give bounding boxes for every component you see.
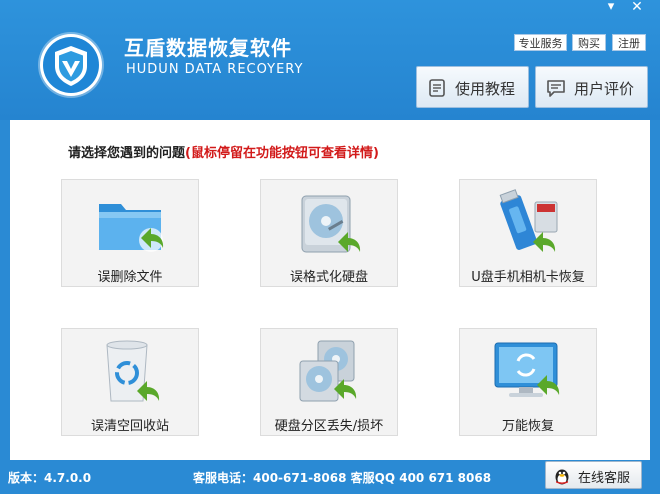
book-icon xyxy=(427,78,447,102)
tile-usb-card[interactable]: U盘手机相机卡恢复 xyxy=(459,179,597,287)
app-title: 互盾数据恢复软件 xyxy=(124,36,292,60)
pro-service-link[interactable]: 专业服务 xyxy=(514,34,567,51)
disk-restore-icon xyxy=(292,188,368,258)
review-button[interactable]: 用户评价 xyxy=(535,66,648,108)
register-link[interactable]: 注册 xyxy=(612,34,646,51)
recycle-bin-restore-icon xyxy=(93,337,169,407)
tutorial-button[interactable]: 使用教程 xyxy=(416,66,529,108)
minimize-button[interactable]: ▾ xyxy=(598,0,624,16)
shield-logo-icon xyxy=(40,34,102,96)
review-label: 用户评价 xyxy=(574,80,635,98)
version-text: 版本：4.7.0.0 xyxy=(8,471,92,485)
tile-label: 硬盘分区丢失/损坏 xyxy=(274,419,384,434)
app-subtitle: HUDUN DATA RECOYERY xyxy=(126,62,304,77)
penguin-icon xyxy=(552,466,572,490)
chat-bubble-icon xyxy=(546,78,566,102)
close-button[interactable]: ✕ xyxy=(624,0,650,16)
folder-restore-icon xyxy=(93,188,169,258)
prompt-text: 请选择您遇到的问题(鼠标停留在功能按钮可查看详情) xyxy=(68,142,379,161)
tutorial-label: 使用教程 xyxy=(455,80,516,98)
tile-label: 误格式化硬盘 xyxy=(289,270,368,285)
header: 互盾数据恢复软件 HUDUN DATA RECOYERY ▾ ✕ 专业服务 购买… xyxy=(0,0,660,120)
buy-link[interactable]: 购买 xyxy=(572,34,606,51)
prompt-hint: (鼠标停留在功能按钮可查看详情) xyxy=(185,146,379,161)
service-info-text: 客服电话：400-671-8068 客服QQ 400 671 8068 xyxy=(193,471,492,485)
tile-label: U盘手机相机卡恢复 xyxy=(471,270,585,285)
online-service-button[interactable]: 在线客服 xyxy=(545,461,642,489)
tile-deleted-files[interactable]: 误删除文件 xyxy=(61,179,199,287)
tile-label: 误删除文件 xyxy=(97,270,163,285)
app-window: 互盾数据恢复软件 HUDUN DATA RECOYERY ▾ ✕ 专业服务 购买… xyxy=(0,0,660,494)
tile-label: 误清空回收站 xyxy=(90,419,169,434)
main-panel: 请选择您遇到的问题(鼠标停留在功能按钮可查看详情) 误删除文件 误格式化硬盘 U… xyxy=(10,120,650,460)
tile-partition[interactable]: 硬盘分区丢失/损坏 xyxy=(260,328,398,436)
tile-universal[interactable]: 万能恢复 xyxy=(459,328,597,436)
prompt-main: 请选择您遇到的问题 xyxy=(68,146,186,161)
usb-card-restore-icon xyxy=(491,188,567,258)
online-service-label: 在线客服 xyxy=(578,471,631,486)
footer: 版本：4.7.0.0 客服电话：400-671-8068 客服QQ 400 67… xyxy=(0,460,660,494)
tile-formatted-disk[interactable]: 误格式化硬盘 xyxy=(260,179,398,287)
tile-recycle-bin[interactable]: 误清空回收站 xyxy=(61,328,199,436)
tile-label: 万能恢复 xyxy=(501,419,554,434)
partition-restore-icon xyxy=(292,337,368,407)
monitor-restore-icon xyxy=(491,337,567,407)
